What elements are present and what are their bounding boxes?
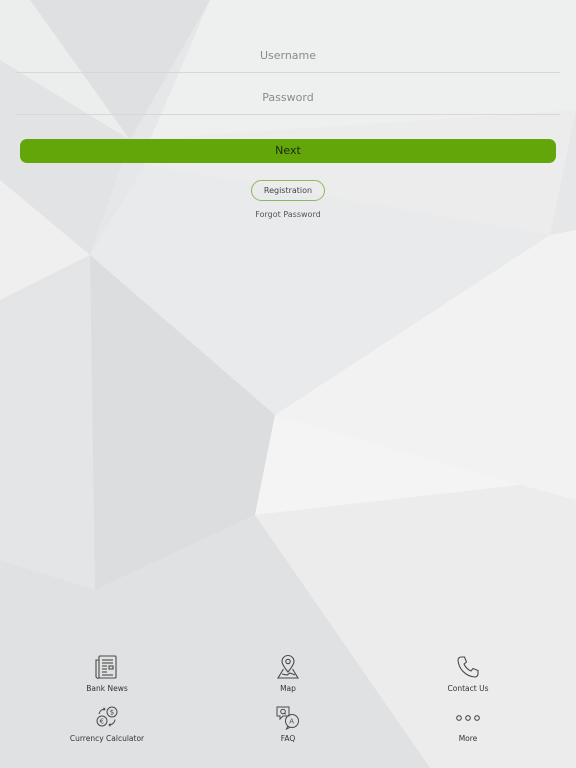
map-pin-icon	[228, 654, 348, 684]
nav-item-bank-news[interactable]: Bank News	[47, 654, 167, 700]
nav-item-label: More	[458, 734, 478, 743]
forgot-password-link[interactable]: Forgot Password	[238, 210, 338, 219]
nav-item-contact-us[interactable]: Contact Us	[408, 654, 528, 700]
username-field[interactable]	[16, 38, 560, 73]
next-button[interactable]: Next	[20, 139, 556, 163]
nav-item-label: Map	[280, 684, 296, 693]
password-input[interactable]	[16, 80, 560, 114]
nav-item-currency-calculator[interactable]: € $ Currency Calculator	[47, 704, 167, 750]
svg-text:A: A	[289, 718, 294, 726]
svg-text:$: $	[110, 709, 114, 717]
background-pattern	[0, 0, 576, 768]
more-dots-icon	[408, 704, 528, 734]
registration-button[interactable]: Registration	[251, 180, 325, 201]
username-input[interactable]	[16, 38, 560, 72]
svg-text:€: €	[100, 718, 104, 726]
nav-item-label: Contact Us	[447, 684, 489, 693]
nav-item-label: FAQ	[280, 734, 296, 743]
faq-icon: A	[228, 704, 348, 734]
currency-exchange-icon: € $	[47, 704, 167, 734]
nav-item-faq[interactable]: A FAQ	[228, 704, 348, 750]
nav-item-label: Bank News	[86, 684, 128, 693]
password-field[interactable]	[16, 80, 560, 115]
newspaper-icon	[47, 654, 167, 684]
phone-icon	[408, 654, 528, 684]
nav-item-map[interactable]: Map	[228, 654, 348, 700]
nav-item-label: Currency Calculator	[69, 734, 145, 743]
nav-item-more[interactable]: More	[408, 704, 528, 750]
